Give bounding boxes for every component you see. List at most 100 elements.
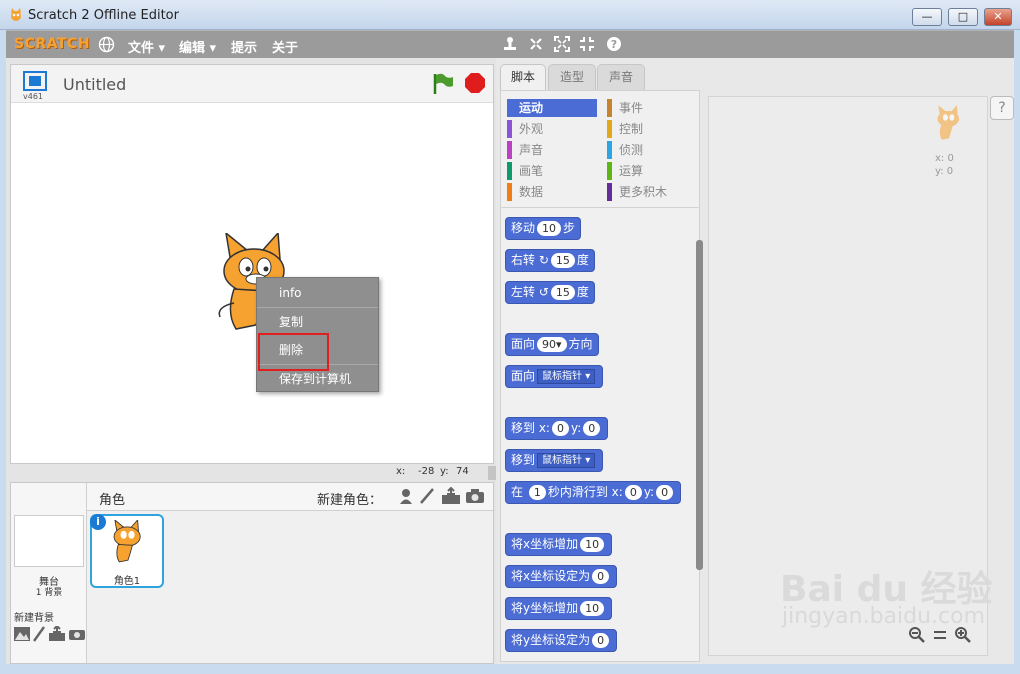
block-palette: 运动 事件 外观 控制 声音 侦测 画笔 运算 数据 更多积木 移动 10 步 右转…: [500, 90, 700, 662]
project-title[interactable]: Untitled: [63, 75, 126, 94]
block-set-y[interactable]: 将y坐标设定为 0: [505, 629, 618, 652]
block-change-y[interactable]: 将y坐标增加 10: [505, 597, 613, 620]
menu-tips[interactable]: 提示: [231, 37, 257, 56]
sprite-y-readout: y: 0: [935, 166, 954, 177]
category-operators[interactable]: 运算: [607, 162, 697, 180]
collapse-arrow[interactable]: [488, 466, 496, 480]
palette-scrollbar[interactable]: [696, 240, 703, 570]
globe-icon[interactable]: [98, 36, 115, 53]
tab-sounds[interactable]: 声音: [597, 64, 645, 90]
shrink-icon[interactable]: [579, 36, 595, 52]
new-sprite-label: 新建角色：: [317, 493, 383, 508]
sprite-library-icon[interactable]: [397, 487, 415, 505]
highlight-box: [258, 333, 329, 371]
category-label: 侦测: [619, 143, 644, 157]
block-point-in-direction[interactable]: 面向 90▾ 方向: [505, 333, 599, 356]
block-set-x[interactable]: 将x坐标设定为 0: [505, 565, 618, 588]
scratch-logo[interactable]: SCRATCH: [14, 36, 90, 52]
help-icon[interactable]: ?: [606, 36, 622, 52]
zoom-reset-icon[interactable]: [933, 627, 947, 643]
menubar: SCRATCH 文件 ▾ 编辑 ▾ 提示 关于 ?: [6, 30, 1014, 58]
scratch-cat-icon: [11, 8, 21, 21]
tab-scripts[interactable]: 脚本: [500, 64, 546, 90]
cat-thumbnail: [113, 520, 141, 563]
grow-icon[interactable]: [554, 36, 570, 52]
category-control[interactable]: 控制: [607, 120, 697, 138]
sprite-pane: 角色 新建角色： 舞台 1 背景 新建背景 i 角色1: [10, 482, 494, 664]
block-turn-left[interactable]: 左转 ↺ 15 度: [505, 281, 595, 304]
tab-costumes[interactable]: 造型: [548, 64, 596, 90]
window-title: Scratch 2 Offline Editor: [28, 8, 179, 23]
stage-thumbnail[interactable]: [14, 515, 84, 567]
rotate-ccw-icon: ↺: [538, 285, 549, 299]
block-change-x[interactable]: 将x坐标增加 10: [505, 533, 613, 556]
backdrop-library-icon[interactable]: [14, 627, 30, 641]
category-sound[interactable]: 声音: [507, 141, 597, 159]
category-looks[interactable]: 外观: [507, 120, 597, 138]
category-label: 画笔: [519, 164, 544, 178]
category-swatch: [507, 120, 512, 138]
block-glide[interactable]: 在 1 秒内滑行到 x: 0 y: 0: [505, 481, 682, 504]
category-label: 数据: [519, 185, 544, 199]
category-swatch: [607, 99, 612, 117]
upload-icon[interactable]: [441, 487, 461, 505]
category-swatch: [507, 162, 512, 180]
restore-button[interactable]: □: [948, 8, 978, 26]
camera-backdrop-icon[interactable]: [68, 627, 86, 641]
category-swatch: [607, 183, 612, 201]
svg-text:?: ?: [611, 38, 617, 51]
stage[interactable]: v461 Untitled: [10, 64, 494, 464]
block-point-towards[interactable]: 面向 鼠标指针 ▾: [505, 365, 604, 388]
palette-divider: [501, 207, 699, 208]
menu-item-duplicate[interactable]: 复制: [257, 308, 378, 336]
fullscreen-icon[interactable]: [23, 71, 47, 91]
sprites-heading: 角色: [99, 493, 126, 508]
menu-file[interactable]: 文件 ▾: [128, 37, 165, 56]
help-button[interactable]: ?: [990, 96, 1014, 120]
mouse-x-value: -28: [418, 466, 435, 477]
mouse-x-label: x:: [396, 466, 406, 477]
category-sensing[interactable]: 侦测: [607, 141, 697, 159]
category-label: 声音: [519, 143, 544, 157]
sprite-thumbnail[interactable]: i 角色1: [90, 514, 164, 588]
category-swatch: [507, 141, 512, 159]
zoom-out-icon[interactable]: [909, 627, 925, 643]
block-go-to[interactable]: 移到 鼠标指针 ▾: [505, 449, 604, 472]
category-pen[interactable]: 画笔: [507, 162, 597, 180]
stage-header: v461 Untitled: [11, 65, 493, 103]
stamp-icon[interactable]: [502, 36, 518, 52]
stop-icon[interactable]: [464, 72, 486, 94]
block-move-steps[interactable]: 移动 10 步: [505, 217, 582, 240]
category-label: 控制: [619, 122, 644, 136]
category-swatch: [607, 141, 612, 159]
block-go-to-xy[interactable]: 移到 x: 0 y: 0: [505, 417, 609, 440]
paint-brush-icon[interactable]: [419, 487, 435, 505]
category-swatch: [607, 162, 612, 180]
watermark-url: jingyan.baidu.com: [782, 604, 986, 629]
category-label: 事件: [619, 101, 644, 115]
info-icon[interactable]: i: [90, 514, 106, 530]
zoom-in-icon[interactable]: [955, 627, 971, 643]
menu-edit[interactable]: 编辑 ▾: [179, 37, 216, 56]
upload-backdrop-icon[interactable]: [48, 626, 66, 642]
rotate-cw-icon: ↻: [538, 253, 549, 267]
scissors-icon[interactable]: [528, 36, 544, 52]
menu-item-info[interactable]: info: [257, 279, 378, 307]
new-backdrop-label: 新建背景: [14, 613, 54, 624]
mouse-y-label: y:: [440, 466, 449, 477]
category-events[interactable]: 事件: [607, 99, 697, 117]
green-flag-icon[interactable]: [432, 72, 454, 96]
minimize-button[interactable]: —: [912, 8, 942, 26]
camera-icon[interactable]: [465, 488, 485, 504]
current-sprite-icon: [937, 105, 960, 140]
close-button[interactable]: ✕: [984, 8, 1012, 26]
category-motion[interactable]: 运动: [507, 99, 597, 117]
block-turn-right[interactable]: 右转 ↻ 15 度: [505, 249, 595, 272]
category-data[interactable]: 数据: [507, 183, 597, 201]
paint-backdrop-icon[interactable]: [33, 626, 45, 642]
category-label: 运算: [619, 164, 644, 178]
left-panel: v461 Untitled x: -28 y: 74 角色 新建角色： 舞台 1…: [6, 58, 496, 664]
category-more-blocks[interactable]: 更多积木: [607, 183, 697, 201]
menu-about[interactable]: 关于: [272, 37, 298, 56]
category-label: 外观: [519, 122, 544, 136]
